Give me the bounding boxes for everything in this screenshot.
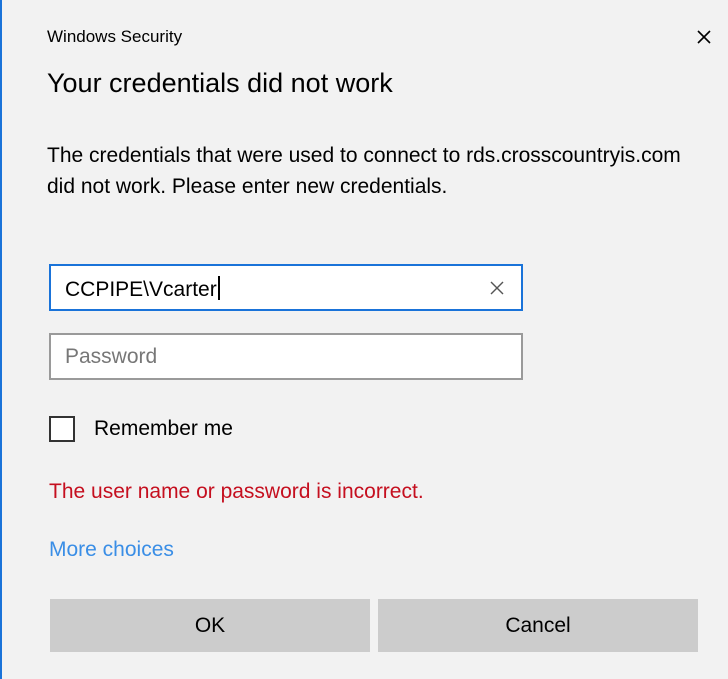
remember-me-label: Remember me	[94, 417, 233, 440]
error-message: The user name or password is incorrect.	[49, 480, 424, 503]
username-text: CCPIPE\Vcarter	[65, 278, 217, 301]
close-icon	[697, 30, 711, 44]
cancel-button[interactable]: Cancel	[378, 599, 698, 652]
clear-icon	[490, 281, 504, 295]
remember-me-checkbox[interactable]	[49, 416, 75, 442]
dialog-heading: Your credentials did not work	[47, 68, 393, 98]
credential-dialog: Windows Security Your credentials did no…	[0, 0, 728, 679]
window-border-accent	[0, 0, 2, 679]
password-placeholder: Password	[65, 345, 158, 368]
ok-button[interactable]: OK	[50, 599, 370, 652]
close-button[interactable]	[688, 22, 720, 52]
username-value: CCPIPE\Vcarter	[65, 276, 220, 302]
more-choices-link[interactable]: More choices	[49, 538, 174, 562]
username-field[interactable]: CCPIPE\Vcarter	[49, 264, 523, 311]
text-caret	[217, 276, 220, 300]
window-caption: Windows Security	[47, 27, 183, 46]
password-field[interactable]: Password	[49, 333, 523, 380]
remember-me-option[interactable]: Remember me	[49, 414, 233, 444]
dialog-message: The credentials that were used to connec…	[47, 144, 681, 198]
clear-username-button[interactable]	[487, 278, 507, 298]
